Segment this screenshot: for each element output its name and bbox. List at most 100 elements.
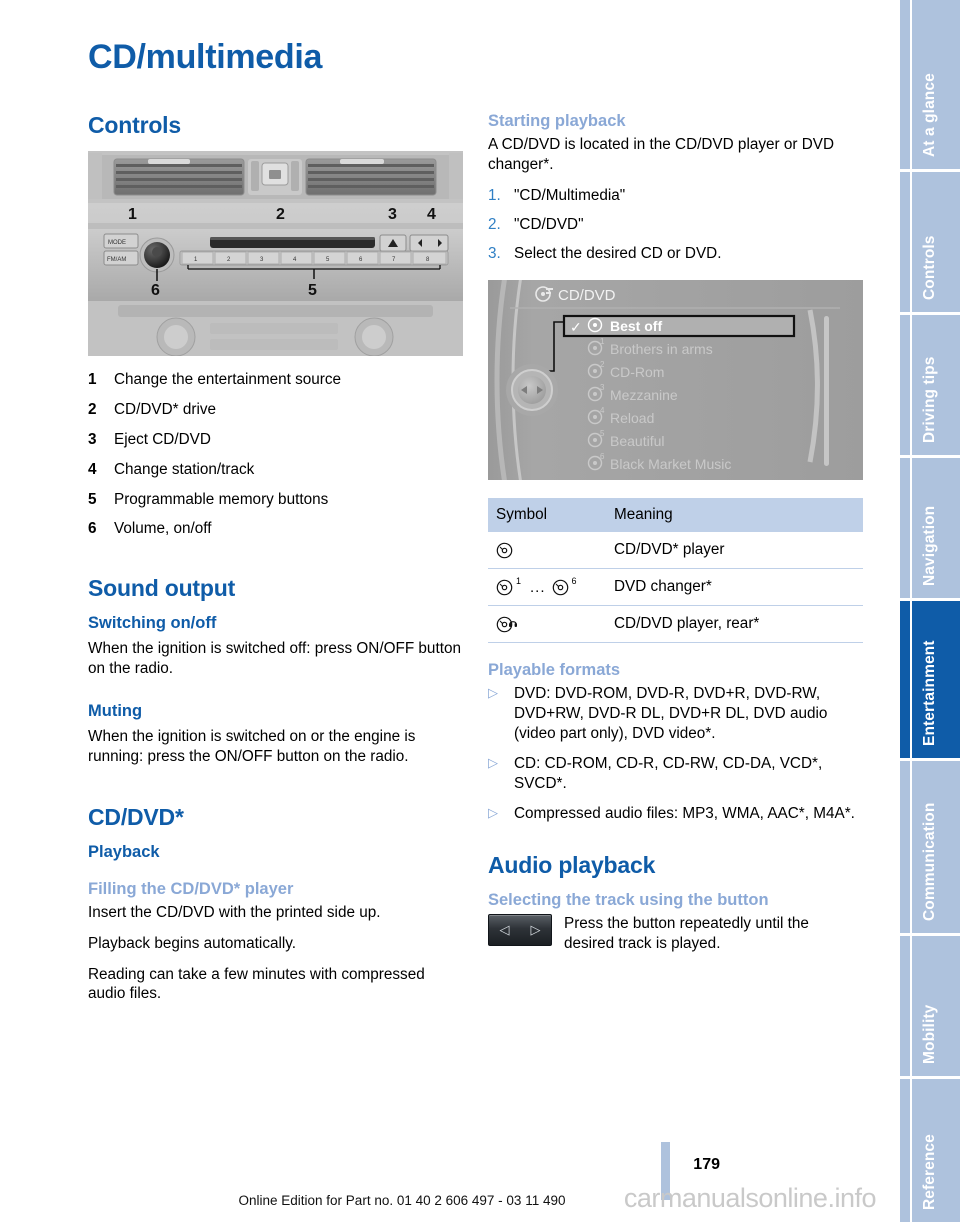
sidebar-tab-label: At a glance (921, 73, 938, 157)
cd-disc-icon (496, 579, 513, 596)
triangle-bullet-icon: ▷ (488, 685, 498, 701)
key-number: 4 (88, 460, 97, 478)
list-item: ▷ DVD: DVD-ROM, DVD-R, DVD+R, DVD-RW, DV… (488, 684, 863, 744)
key-label: Volume, on/off (114, 520, 212, 538)
step-number: 2. (488, 215, 501, 233)
sidebar-tab-at-a-glance[interactable]: At a glance (900, 0, 960, 172)
sidebar-tab-label: Communication (921, 802, 938, 921)
paragraph-reading-time: Reading can take a few minutes with comp… (88, 965, 425, 1003)
subheading-selecting-track: Selecting the track using the button (488, 890, 769, 909)
step-number: 1. (488, 186, 501, 204)
key-number: 2 (88, 400, 97, 418)
tab-rule (910, 172, 912, 312)
list-item: 3 Eject CD/DVD (88, 430, 463, 450)
ellipsis: ... (530, 578, 546, 596)
section-heading-audio-playback: Audio playback (488, 851, 656, 878)
track-button-note: ◁ ▷ Press the button repeatedly until th… (488, 913, 863, 954)
list-item: 1 Change the entertainment source (88, 370, 463, 390)
sidebar-tab-label: Mobility (921, 1004, 938, 1064)
section-heading-sound-output: Sound output (88, 575, 236, 602)
paragraph-insert: Insert the CD/DVD with the printed side … (88, 903, 381, 921)
svg-text:MODE: MODE (108, 240, 126, 246)
svg-text:Best off: Best off (610, 318, 662, 334)
sidebar-tab-label: Reference (921, 1134, 938, 1210)
subheading-starting-playback: Starting playback (488, 112, 626, 130)
subheading-switching-on-off: Switching on/off (88, 614, 217, 633)
svg-text:Reload: Reload (610, 410, 654, 426)
sidebar-tab-controls[interactable]: Controls (900, 172, 960, 315)
svg-text:6: 6 (600, 452, 605, 461)
table-row: 1 ... 6 DVD changer* (488, 568, 863, 607)
list-item: 1. "CD/Multimedia" (488, 186, 863, 206)
sidebar-tab-driving-tips[interactable]: Driving tips (900, 315, 960, 458)
chapter-tab-sidebar: At a glance Controls Driving tips Naviga… (900, 0, 960, 1222)
svg-text:1: 1 (128, 206, 137, 223)
meaning-cell: CD/DVD* player (606, 532, 863, 570)
key-number: 1 (88, 371, 97, 388)
footer-text: Online Edition for Part no. 01 40 2 606 … (238, 1193, 566, 1208)
radio-panel-figure: 1 2 3 4 MODE FM/AM 1 2 3 4 5 6 7 8 6 5 (88, 151, 463, 357)
key-label: Programmable memory buttons (114, 490, 329, 508)
idrive-controller (506, 364, 558, 417)
paragraph-muting: When the ignition is switched on or the … (88, 728, 416, 765)
svg-text:✓: ✓ (570, 319, 582, 335)
key-number: 6 (88, 520, 97, 538)
idrive-screen-figure: CD/DVD ✓ Best off 1 Brothers in arms 2 C… (488, 269, 863, 491)
tab-rule (910, 601, 912, 758)
column-header-symbol: Symbol (488, 498, 606, 533)
sidebar-tab-communication[interactable]: Communication (900, 761, 960, 936)
list-item: 6 Volume, on/off (88, 519, 463, 539)
sidebar-tab-mobility[interactable]: Mobility (900, 936, 960, 1079)
list-item: 3. Select the desired CD or DVD. (488, 244, 863, 264)
list-item: 5 Programmable memory buttons (88, 490, 463, 510)
control-key-list: 1 Change the entertainment source 2 CD/D… (88, 370, 463, 539)
svg-text:3: 3 (388, 206, 397, 223)
cd-disc-icon (496, 542, 513, 559)
format-text: CD: CD-ROM, CD-R, CD-RW, CD-DA, VCD*, SV… (514, 755, 823, 792)
symbol-cell (488, 532, 606, 570)
section-heading-controls: Controls (88, 112, 181, 138)
svg-text:4: 4 (427, 206, 436, 223)
symbol-table: Symbol Meaning CD/DVD* player 1 ... 6 DV… (488, 498, 863, 644)
tab-rule (910, 0, 912, 169)
tab-rule (910, 1079, 912, 1222)
subheading-muting: Muting (88, 702, 143, 720)
step-label: "CD/Multimedia" (514, 186, 626, 204)
page-content: CD/multimedia Controls 1 2 3 4 MODE FM/A… (0, 0, 880, 1222)
subheading-playable-formats: Playable formats (488, 661, 621, 680)
playable-formats-list: ▷ DVD: DVD-ROM, DVD-R, DVD+R, DVD-RW, DV… (488, 684, 863, 823)
sidebar-tab-entertainment[interactable]: Entertainment (900, 601, 960, 761)
idrive-screen-illustration: CD/DVD ✓ Best off 1 Brothers in arms 2 C… (488, 269, 863, 491)
seek-next-glyph: ▷ (530, 922, 541, 938)
tab-rule (910, 936, 912, 1076)
manual-page: CD/multimedia Controls 1 2 3 4 MODE FM/A… (0, 0, 960, 1222)
key-number: 3 (88, 430, 97, 448)
sidebar-tab-reference[interactable]: Reference (900, 1079, 960, 1222)
left-column: Controls 1 2 3 4 MODE FM/AM 1 2 3 4 5 6 … (88, 112, 463, 1015)
cd-disc-headphone-icon (496, 616, 517, 633)
list-item: 4 Change station/track (88, 460, 463, 480)
column-header-meaning: Meaning (606, 498, 863, 533)
page-number: 179 (693, 1156, 720, 1173)
svg-text:Mezzanine: Mezzanine (610, 387, 678, 403)
list-item: 2 CD/DVD* drive (88, 400, 463, 420)
seek-prev-glyph: ◁ (499, 922, 510, 938)
tab-rule (910, 761, 912, 933)
format-text: Compressed audio files: MP3, WMA, AAC*, … (514, 804, 855, 822)
table-row: CD/DVD* player (488, 532, 863, 570)
sidebar-tab-label: Navigation (921, 505, 938, 586)
list-item: ▷ CD: CD-ROM, CD-R, CD-RW, CD-DA, VCD*, … (488, 754, 863, 794)
cd-disc-icon (552, 579, 569, 596)
sidebar-tab-label: Controls (921, 235, 938, 300)
svg-text:Beautiful: Beautiful (610, 433, 664, 449)
sidebar-tab-navigation[interactable]: Navigation (900, 458, 960, 601)
paragraph-autoplay: Playback begins automatically. (88, 934, 297, 952)
paragraph-switching: When the ignition is switched off: press… (88, 640, 461, 678)
seek-rocker-button-icon: ◁ ▷ (488, 913, 552, 946)
table-header-row: Symbol Meaning (488, 498, 863, 533)
svg-text:FM/AM: FM/AM (107, 257, 126, 263)
svg-text:CD/DVD: CD/DVD (558, 287, 616, 304)
radio-panel-illustration: 1 2 3 4 MODE FM/AM 1 2 3 4 5 6 7 8 6 5 (88, 151, 463, 357)
svg-text:Black Market Music: Black Market Music (610, 456, 731, 472)
step-label: "CD/DVD" (514, 215, 584, 233)
